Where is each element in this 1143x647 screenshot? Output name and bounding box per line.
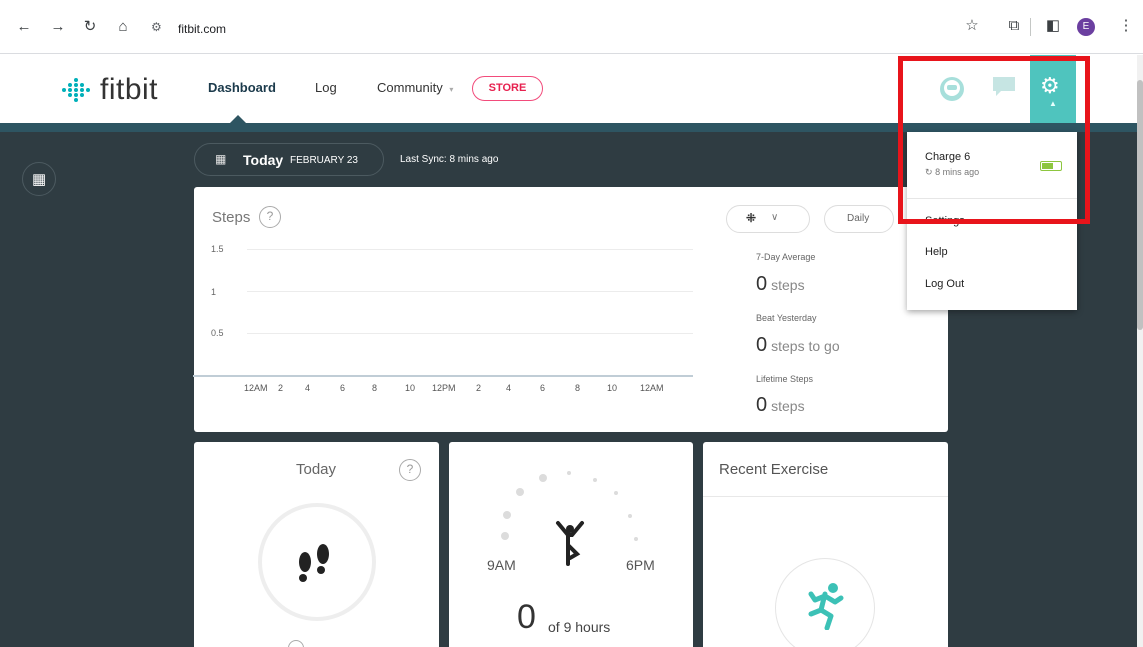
stat-number: 0 bbox=[756, 273, 768, 295]
hour-dot bbox=[567, 471, 571, 475]
date-selector[interactable]: ▦ Today FEBRUARY 23 bbox=[194, 143, 384, 176]
reload-icon[interactable]: ↻ bbox=[80, 17, 100, 37]
forward-icon[interactable]: → bbox=[48, 17, 68, 37]
active-hours-value: 0 bbox=[517, 598, 536, 636]
x-tick-label: 10 bbox=[607, 383, 618, 393]
stat-label: 7-Day Average bbox=[756, 252, 816, 262]
hour-dot bbox=[501, 532, 509, 540]
x-tick-label: 2 bbox=[278, 383, 284, 393]
hour-dot bbox=[516, 488, 524, 496]
address-bar[interactable]: ⚙ fitbit.com bbox=[145, 16, 1010, 44]
x-tick-label: 2 bbox=[476, 383, 482, 393]
last-sync-text: Last Sync: 8 mins ago bbox=[400, 154, 499, 165]
date-label: FEBRUARY 23 bbox=[290, 155, 358, 166]
nav-dashboard[interactable]: Dashboard bbox=[208, 80, 276, 95]
fitbit-logo-text[interactable]: fitbit bbox=[100, 73, 158, 107]
daily-select[interactable]: Daily bbox=[824, 205, 894, 233]
chevron-down-icon: ▾ bbox=[449, 85, 454, 94]
stat-number: 0 bbox=[756, 334, 768, 356]
stat-label: Beat Yesterday bbox=[756, 313, 817, 323]
url-text[interactable]: fitbit.com bbox=[178, 22, 226, 36]
card-divider bbox=[703, 496, 948, 497]
y-tick-label: 1.5 bbox=[211, 244, 224, 254]
stat-unit: steps to go bbox=[771, 338, 840, 354]
x-tick-label: 12PM bbox=[432, 383, 456, 393]
hours-end-label: 6PM bbox=[626, 557, 655, 573]
chart-type-select[interactable]: ⁜ ∨ bbox=[726, 205, 810, 233]
stat-value: 0 steps bbox=[756, 273, 805, 296]
chevron-down-icon: ∨ bbox=[771, 212, 779, 223]
footprints-icon bbox=[299, 544, 329, 582]
page-scrollbar[interactable] bbox=[1137, 55, 1143, 647]
hour-dot bbox=[539, 474, 547, 482]
back-icon[interactable]: ← bbox=[14, 17, 34, 37]
stat-unit: steps bbox=[771, 277, 805, 293]
browser-toolbar: ← → ↻ ⌂ ⚙ fitbit.com ☆ ⧉ ◧ E ⋮ bbox=[0, 0, 1143, 54]
hours-start-label: 9AM bbox=[487, 557, 516, 573]
stat-number: 0 bbox=[756, 394, 768, 416]
recent-exercise-title: Recent Exercise bbox=[719, 461, 829, 478]
hour-dot bbox=[614, 491, 618, 495]
nav-community[interactable]: Community ▾ bbox=[377, 80, 453, 95]
grid-icon: ▦ bbox=[32, 171, 47, 188]
extensions-icon[interactable]: ⧉ bbox=[1004, 15, 1024, 37]
stat-unit: steps bbox=[771, 398, 805, 414]
active-nav-indicator bbox=[230, 115, 246, 123]
store-button[interactable]: STORE bbox=[472, 76, 543, 101]
date-today-label: Today bbox=[243, 152, 284, 168]
chart-gridline bbox=[247, 249, 693, 250]
x-tick-label: 8 bbox=[372, 383, 378, 393]
x-tick-label: 6 bbox=[340, 383, 346, 393]
hour-dot bbox=[593, 478, 597, 482]
calendar-icon: ▦ bbox=[215, 152, 227, 166]
x-tick-label: 6 bbox=[540, 383, 546, 393]
running-person-icon bbox=[808, 583, 844, 630]
stretching-person-icon bbox=[556, 521, 584, 566]
menu-icon[interactable]: ⋮ bbox=[1116, 15, 1136, 37]
help-icon[interactable]: ? bbox=[259, 206, 281, 228]
chart-gridline bbox=[247, 291, 693, 292]
side-panel-icon[interactable]: ◧ bbox=[1043, 15, 1063, 37]
menu-item-log-out[interactable]: Log Out bbox=[925, 278, 964, 290]
stat-value: 0 steps to go bbox=[756, 334, 840, 357]
profile-avatar[interactable]: E bbox=[1077, 18, 1095, 36]
x-tick-label: 4 bbox=[305, 383, 311, 393]
help-icon[interactable]: ? bbox=[399, 459, 421, 481]
x-tick-label: 10 bbox=[405, 383, 416, 393]
stat-value: 0 steps bbox=[756, 394, 805, 417]
hour-dot bbox=[628, 514, 632, 518]
today-card-title: Today bbox=[296, 461, 337, 478]
apps-grid-button[interactable]: ▦ bbox=[22, 162, 56, 196]
x-tick-label: 12AM bbox=[244, 383, 268, 393]
footprints-icon: ⁜ bbox=[746, 211, 757, 225]
bookmark-star-icon[interactable]: ☆ bbox=[962, 15, 982, 37]
toolbar-divider bbox=[1030, 18, 1031, 36]
nav-community-label: Community bbox=[377, 80, 443, 95]
scrollbar-thumb[interactable] bbox=[1137, 80, 1143, 330]
menu-item-help[interactable]: Help bbox=[925, 246, 948, 258]
x-tick-label: 12AM bbox=[640, 383, 664, 393]
chart-gridline bbox=[247, 333, 693, 334]
steps-card-title: Steps bbox=[212, 209, 251, 226]
chart-baseline bbox=[193, 375, 693, 377]
y-tick-label: 0.5 bbox=[211, 328, 224, 338]
active-hours-total: of 9 hours bbox=[548, 619, 611, 635]
fitbit-logo-icon[interactable] bbox=[62, 78, 98, 102]
hour-dot bbox=[634, 537, 638, 541]
home-icon[interactable]: ⌂ bbox=[113, 17, 133, 37]
x-tick-label: 8 bbox=[575, 383, 581, 393]
stat-label: Lifetime Steps bbox=[756, 374, 814, 384]
highlight-box bbox=[898, 56, 1090, 224]
hour-dot bbox=[503, 511, 511, 519]
x-tick-label: 4 bbox=[506, 383, 512, 393]
y-tick-label: 1 bbox=[211, 287, 217, 297]
nav-log[interactable]: Log bbox=[315, 80, 337, 95]
site-settings-icon[interactable]: ⚙ bbox=[151, 20, 162, 34]
